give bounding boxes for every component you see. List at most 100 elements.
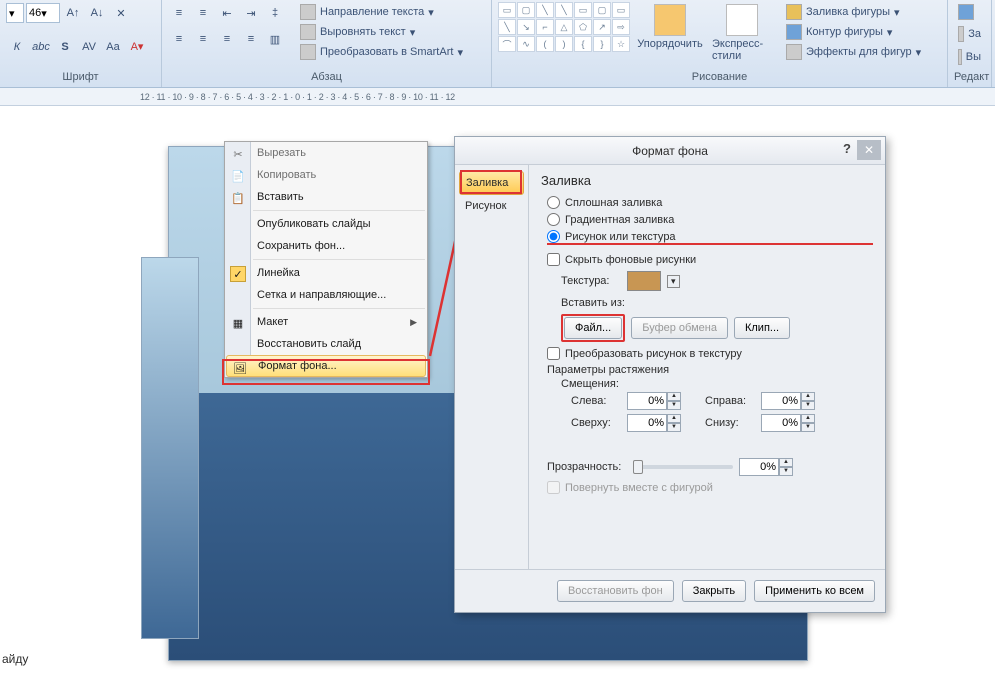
offset-top-label: Сверху: (571, 417, 621, 429)
line-spacing-button[interactable]: ‡ (264, 2, 286, 24)
transparency-slider[interactable] (633, 465, 733, 469)
ribbon-group-label-editing: Редакт (954, 69, 985, 85)
shape-outline-button[interactable]: Контур фигуры ▾ (782, 22, 925, 42)
menu-publish[interactable]: Опубликовать слайды (225, 213, 427, 235)
shapes-gallery[interactable]: ▭▢╲╲▭▢▭ ╲↘⌐△⬠↗⇨ ⌒∿(){}☆ (498, 2, 630, 52)
clipboard-button: Буфер обмена (631, 317, 728, 339)
transparency-spinner[interactable]: ▲▼ (739, 458, 793, 476)
ribbon-group-paragraph: ≡ ≡ ⇤ ⇥ ‡ ≡ ≡ ≡ ≡ ▥ Направление текста ▾… (162, 0, 492, 87)
align-text-button[interactable]: Выровнять текст ▾ (296, 22, 467, 42)
dialog-main-panel: Заливка Сплошная заливка Градиентная зал… (529, 165, 885, 569)
transparency-label: Прозрачность: (547, 461, 627, 473)
texture-dropdown-button[interactable]: ▾ (667, 275, 680, 288)
font-color-button[interactable]: A▾ (126, 36, 148, 58)
dialog-footer: Восстановить фон Закрыть Применить ко вс… (455, 569, 885, 611)
radio-solid-fill[interactable]: Сплошная заливка (547, 196, 873, 209)
offset-right-label: Справа: (705, 395, 755, 407)
dialog-help-button[interactable]: ? (843, 141, 851, 156)
ribbon-group-drawing: ▭▢╲╲▭▢▭ ╲↘⌐△⬠↗⇨ ⌒∿(){}☆ Упорядочить Эксп… (492, 0, 948, 87)
texture-row: Текстура: ▾ (561, 271, 873, 291)
shape-effects-button[interactable]: Эффекты для фигур ▾ (782, 42, 925, 62)
select-button[interactable]: Вы (954, 47, 985, 67)
express-styles-button[interactable]: Экспресс-стили (710, 2, 774, 64)
menu-save-bg[interactable]: Сохранить фон... (225, 235, 427, 257)
align-center-button[interactable]: ≡ (192, 28, 214, 50)
ribbon: ▾ 46 ▾ A↑ A↓ ✕ К abc S AV Aa A▾ Шрифт ≡ … (0, 0, 995, 88)
check-hide-bg[interactable]: Скрыть фоновые рисунки (547, 253, 873, 266)
text-shadow-button[interactable]: AV (78, 36, 100, 58)
menu-reset-slide[interactable]: Восстановить слайд (225, 333, 427, 355)
dialog-close-button[interactable]: ✕ (857, 140, 881, 160)
offsets-label: Смещения: (561, 378, 873, 390)
text-direction-button[interactable]: Направление текста ▾ (296, 2, 467, 22)
format-background-dialog: Формат фона ? ✕ Заливка Рисунок Заливка … (454, 136, 886, 613)
align-left-button[interactable]: ≡ (168, 28, 190, 50)
select-icon (958, 49, 962, 65)
apply-all-button[interactable]: Применить ко всем (754, 580, 875, 602)
bullets-button[interactable]: ≡ (168, 2, 190, 24)
sidebar-tab-picture[interactable]: Рисунок (459, 195, 524, 217)
strikethrough-button[interactable]: S (54, 36, 76, 58)
offset-top-spinner[interactable]: ▲▼ (627, 414, 699, 432)
texture-combo[interactable] (627, 271, 661, 291)
insert-from-label: Вставить из: (561, 297, 873, 309)
justify-button[interactable]: ≡ (240, 28, 262, 50)
decrease-indent-button[interactable]: ⇤ (216, 2, 238, 24)
clear-formatting-button[interactable]: ✕ (110, 2, 132, 24)
columns-button[interactable]: ▥ (264, 28, 286, 50)
reset-bg-button: Восстановить фон (557, 580, 674, 602)
format-bg-icon: 🖼 (232, 360, 248, 376)
ribbon-group-label-drawing: Рисование (498, 69, 941, 85)
menu-ruler[interactable]: ✓Линейка (225, 262, 427, 284)
find-button[interactable] (954, 2, 985, 22)
copy-icon: 📄 (230, 168, 246, 184)
ribbon-group-editing: За Вы Редакт (948, 0, 992, 87)
stretch-params-label: Параметры растяжения (547, 364, 873, 376)
context-menu: ✂Вырезать 📄Копировать 📋Вставить Опублико… (224, 141, 428, 378)
layout-icon: ▦ (230, 315, 246, 331)
menu-paste[interactable]: 📋Вставить (225, 186, 427, 208)
offset-left-spinner[interactable]: ▲▼ (627, 392, 699, 410)
align-right-button[interactable]: ≡ (216, 28, 238, 50)
italic-button[interactable]: К (6, 36, 28, 58)
check-tile[interactable]: Преобразовать рисунок в текстуру (547, 347, 873, 360)
font-size-combo[interactable]: 46 ▾ (26, 3, 60, 23)
dialog-sidebar: Заливка Рисунок (455, 165, 529, 569)
close-button[interactable]: Закрыть (682, 580, 746, 602)
clip-button[interactable]: Клип... (734, 317, 790, 339)
offset-bottom-label: Снизу: (705, 417, 755, 429)
styles-icon (726, 4, 758, 36)
numbering-button[interactable]: ≡ (192, 2, 214, 24)
increase-font-button[interactable]: A↑ (62, 2, 84, 24)
arrange-button[interactable]: Упорядочить (638, 2, 702, 52)
check-rotate-with-shape: Повернуть вместе с фигурой (547, 481, 873, 494)
sidebar-tab-fill[interactable]: Заливка (459, 171, 524, 195)
increase-indent-button[interactable]: ⇥ (240, 2, 262, 24)
font-family-combo-end[interactable]: ▾ (6, 3, 24, 23)
change-case-button[interactable]: Aa (102, 36, 124, 58)
radio-gradient-fill[interactable]: Градиентная заливка (547, 213, 873, 226)
offset-bottom-spinner[interactable]: ▲▼ (761, 414, 833, 432)
offset-right-spinner[interactable]: ▲▼ (761, 392, 833, 410)
menu-format-background[interactable]: 🖼Формат фона... (226, 355, 426, 377)
dialog-title: Формат фона (632, 144, 708, 158)
dialog-titlebar[interactable]: Формат фона ? ✕ (455, 137, 885, 165)
paste-icon: 📋 (230, 190, 246, 206)
decrease-font-button[interactable]: A↓ (86, 2, 108, 24)
menu-grid[interactable]: Сетка и направляющие... (225, 284, 427, 306)
replace-button[interactable]: За (954, 24, 985, 44)
convert-smartart-button[interactable]: Преобразовать в SmartArt ▾ (296, 42, 467, 62)
replace-icon (958, 26, 964, 42)
underline-button[interactable]: abc (30, 36, 52, 58)
text-direction-icon (300, 4, 316, 20)
ribbon-group-font: ▾ 46 ▾ A↑ A↓ ✕ К abc S AV Aa A▾ Шрифт (0, 0, 162, 87)
radio-picture-texture[interactable]: Рисунок или текстура (547, 230, 873, 245)
annotation-box-file-button: Файл... (561, 314, 625, 342)
shape-fill-button[interactable]: Заливка фигуры ▾ (782, 2, 925, 22)
horizontal-ruler: 12 · 11 · 10 · 9 · 8 · 7 · 6 · 5 · 4 · 3… (0, 88, 995, 106)
menu-layout[interactable]: ▦Макет▶ (225, 311, 427, 333)
find-icon (958, 4, 974, 20)
effects-icon (786, 44, 802, 60)
arrange-icon (654, 4, 686, 36)
file-button[interactable]: Файл... (564, 317, 622, 339)
